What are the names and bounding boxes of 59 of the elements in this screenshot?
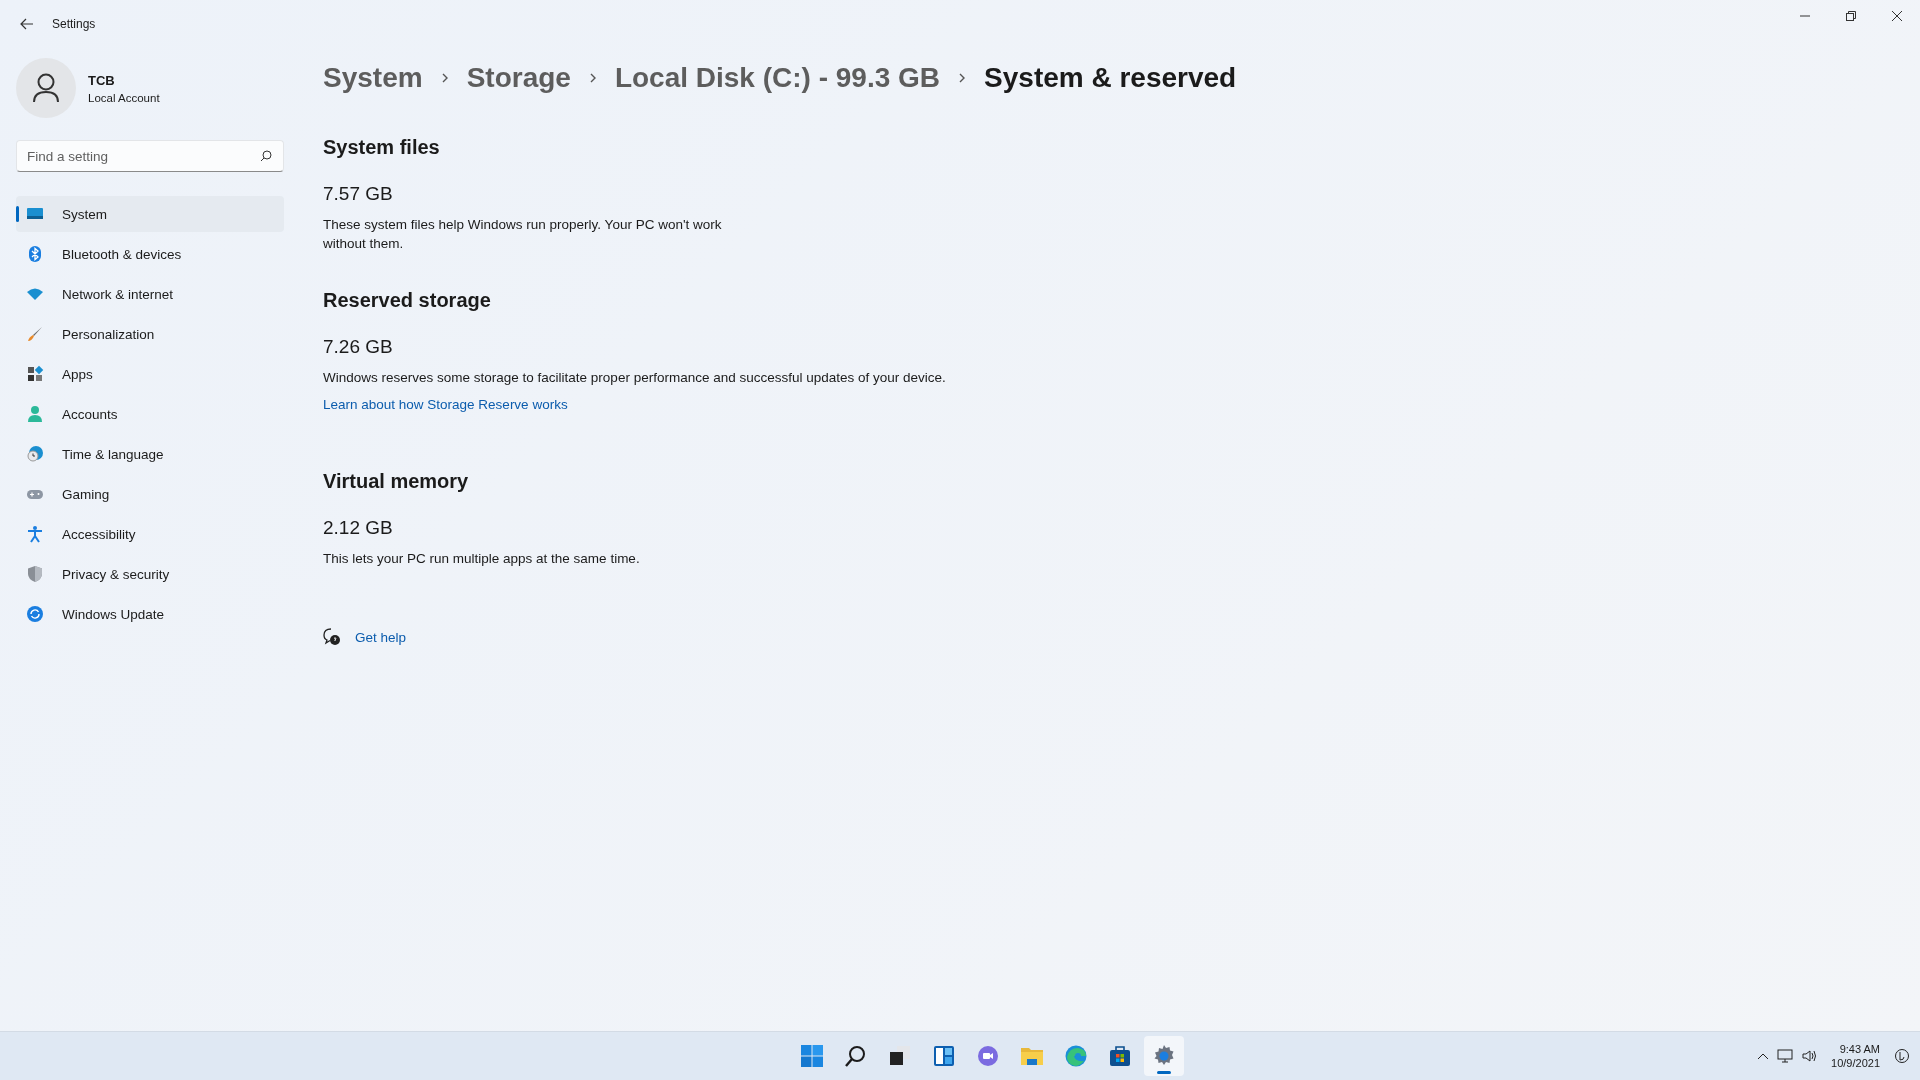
chevron-up-icon[interactable] (1757, 1052, 1770, 1060)
storage-size: 7.26 GB (323, 336, 394, 358)
windows-logo-icon (800, 1044, 824, 1068)
chevron-icon (440, 72, 449, 84)
person-outline-icon (32, 73, 60, 103)
account-type: Local Account (88, 91, 160, 104)
chevron-icon (958, 72, 967, 84)
search-icon (260, 150, 272, 162)
section-description: Windows reserves some storage to facilitate proper performance and successful updates of your device. (323, 369, 947, 387)
close-icon (1892, 11, 1902, 21)
search-icon (844, 1044, 868, 1068)
accessibility-icon (26, 525, 44, 543)
nav-item[interactable]: Gaming (16, 476, 284, 512)
restore-icon (1846, 11, 1856, 21)
section-title: Reserved storage (323, 289, 492, 312)
nav-item[interactable]: Network & internet (16, 276, 284, 312)
nav-item[interactable]: Apps (16, 356, 284, 392)
section-description: These system files help Windows run properly. Your PC won't work without them. (323, 216, 723, 253)
user-name: TCB (88, 72, 116, 88)
brush-icon (26, 325, 44, 343)
nav-item[interactable]: System (16, 196, 284, 232)
breadcrumb-link[interactable]: System (323, 62, 423, 94)
storage-size: 2.12 GB (323, 517, 394, 539)
video-chat-icon (976, 1044, 1000, 1068)
speaker-icon[interactable] (1801, 1048, 1818, 1064)
nav-item[interactable]: Bluetooth & devices (16, 236, 284, 272)
search-field[interactable]: Find a setting (16, 140, 284, 172)
clock[interactable]: 9:43 AM 10/9/2021 (1831, 1042, 1880, 1070)
clock-globe-icon (26, 445, 44, 463)
window-title: Settings (52, 17, 96, 31)
monitor-icon[interactable] (1777, 1048, 1794, 1064)
apps-icon (26, 365, 44, 383)
page-title: System & reserved (984, 62, 1237, 94)
get-help-link[interactable]: Get help (355, 629, 407, 645)
help-chat-icon (323, 628, 341, 646)
learn-more-link[interactable]: Learn about how Storage Reserve works (323, 397, 568, 412)
widgets-icon (932, 1044, 956, 1068)
task-view-icon (888, 1044, 912, 1068)
section-title: Virtual memory (323, 470, 470, 493)
nav-item[interactable]: Privacy & security (16, 556, 284, 592)
person-icon (26, 405, 44, 423)
chevron-icon (588, 72, 597, 84)
sync-icon (26, 605, 44, 623)
shield-icon (26, 565, 44, 583)
back-arrow-icon (20, 17, 34, 31)
nav-item[interactable]: Time & language (16, 436, 284, 472)
notification-icon[interactable] (1894, 1048, 1910, 1064)
nav-item[interactable]: Personalization (16, 316, 284, 352)
nav-item[interactable]: Accounts (16, 396, 284, 432)
section-title: System files (323, 136, 441, 159)
store-bag-icon (1108, 1044, 1132, 1068)
breadcrumb-link[interactable]: Local Disk (C:) - 99.3 GB (614, 62, 941, 94)
section-description: This lets your PC run multiple apps at the same time. (323, 550, 641, 568)
browser-swirl-icon (1064, 1044, 1088, 1068)
bluetooth-icon (26, 245, 44, 263)
nav-item[interactable]: Windows Update (16, 596, 284, 632)
storage-size: 7.57 GB (323, 183, 394, 205)
nav-item[interactable]: Accessibility (16, 516, 284, 552)
breadcrumb-link[interactable]: Storage (466, 62, 571, 94)
